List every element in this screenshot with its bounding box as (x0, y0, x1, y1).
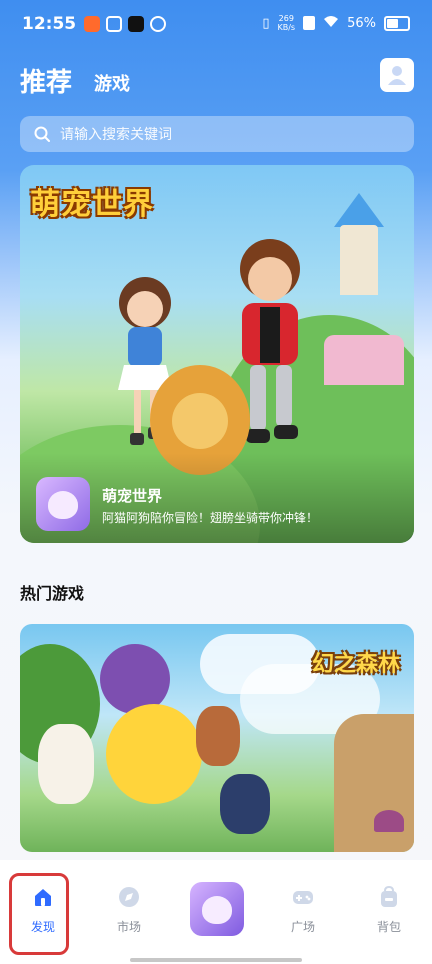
tab-recommend[interactable]: 推荐 (20, 62, 72, 99)
sim-icon (303, 16, 316, 30)
section-title-hot-games: 热门游戏 (20, 584, 85, 603)
tab-center-app-icon[interactable] (190, 882, 244, 936)
tab-label: 广场 (290, 920, 315, 934)
search-input[interactable] (58, 123, 392, 147)
hot-game-card[interactable]: 幻之森林 (20, 624, 414, 852)
gamepad-icon (293, 891, 313, 904)
card-duck-character (38, 724, 94, 804)
battery-icon (384, 15, 410, 31)
card-squirrel-character (196, 706, 240, 766)
tab-label: 背包 (376, 920, 401, 934)
hot-game-logo-text: 幻之森林 (311, 652, 400, 677)
tab-label: 市场 (116, 920, 141, 934)
banner-logo-text: 萌宠世界 (30, 187, 154, 222)
selection-highlight (9, 873, 69, 955)
wifi-icon (323, 15, 339, 32)
status-bar: 12:55 ▯ 269 KB/s 56% (0, 0, 432, 50)
user-icon (388, 66, 406, 85)
status-time: 12:55 (22, 14, 77, 34)
tab-market[interactable]: 市场 (86, 860, 172, 944)
battery-percent: 56% (347, 15, 376, 31)
backpack-icon (381, 886, 397, 907)
home-indicator[interactable] (130, 958, 302, 962)
featured-banner[interactable]: 萌宠世界 萌宠世界 阿猫阿狗陪你冒险！翅膀坐骑带你冲锋！ (20, 165, 414, 543)
banner-app-icon[interactable] (36, 477, 90, 531)
tiktok-icon (128, 16, 144, 32)
tab-games[interactable]: 游戏 (94, 70, 130, 96)
header: 推荐 游戏 (20, 58, 414, 102)
card-mushroom (374, 810, 404, 832)
tab-square[interactable]: 广场 (260, 860, 346, 944)
compass-icon (119, 887, 139, 907)
network-speed: 269 KB/s (277, 14, 295, 32)
banner-app-name: 萌宠世界 (102, 487, 163, 505)
search-icon (34, 126, 50, 142)
network-speed-unit: KB/s (277, 23, 296, 32)
crown-icon (106, 16, 122, 32)
status-system-icons: ▯ 269 KB/s 56% (262, 14, 410, 32)
card-bird-character (220, 774, 270, 834)
status-notification-icons (84, 16, 166, 32)
banner-app-description: 阿猫阿狗陪你冒险！翅膀坐骑带你冲锋！ (102, 511, 319, 525)
banner-lion-face (172, 393, 228, 449)
network-speed-value: 269 (278, 14, 294, 23)
vibrate-icon: ▯ (262, 15, 270, 31)
app-notification-icon (84, 16, 100, 32)
card-chick-character (106, 704, 202, 804)
search-bar[interactable] (20, 116, 414, 152)
avatar[interactable] (380, 58, 414, 92)
banner-castle (340, 225, 378, 295)
banner-castle-roof (334, 193, 384, 227)
banner-logo: 萌宠世界 (30, 173, 176, 223)
banner-house (324, 335, 404, 385)
loop-icon (150, 16, 166, 32)
tab-backpack[interactable]: 背包 (346, 860, 432, 944)
